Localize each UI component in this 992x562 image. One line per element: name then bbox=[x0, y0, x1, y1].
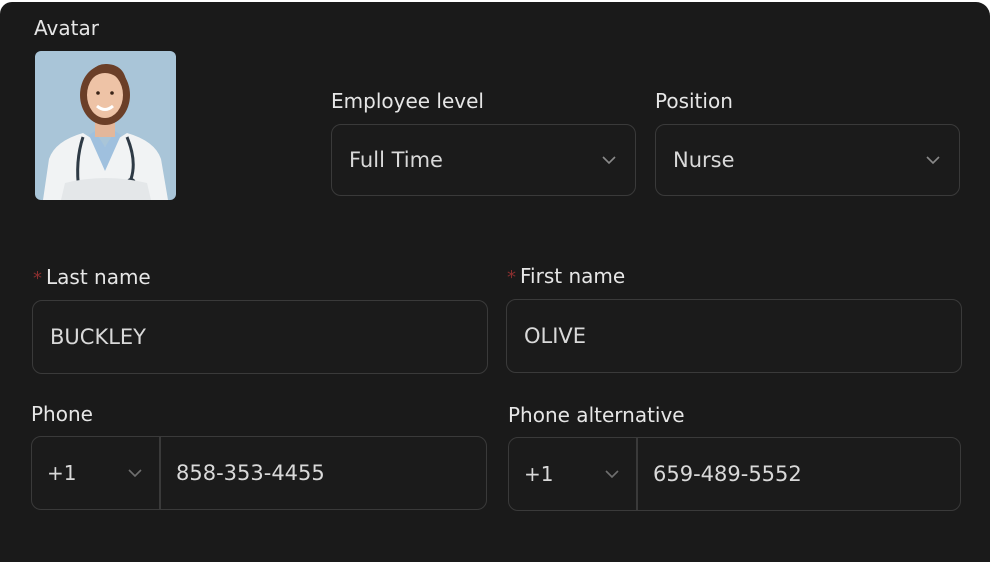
avatar-image[interactable] bbox=[35, 51, 176, 200]
last-name-input[interactable]: BUCKLEY bbox=[32, 300, 488, 374]
employee-level-select[interactable]: Full Time bbox=[331, 124, 636, 196]
phone-alternative-number-value: 659-489-5552 bbox=[653, 462, 802, 486]
first-name-value: OLIVE bbox=[524, 324, 587, 348]
chevron-down-icon bbox=[127, 468, 143, 478]
first-name-label: * First name bbox=[507, 263, 625, 291]
phone-alternative-label: Phone alternative bbox=[508, 403, 685, 427]
phone-alternative-number-input[interactable]: 659-489-5552 bbox=[638, 438, 960, 510]
phone-alternative-country-code-value: +1 bbox=[524, 462, 554, 486]
phone-country-code-select[interactable]: +1 bbox=[32, 437, 159, 509]
chevron-down-icon bbox=[604, 469, 620, 479]
phone-number-input[interactable]: 858-353-4455 bbox=[161, 437, 486, 509]
first-name-label-text: First name bbox=[520, 264, 626, 288]
chevron-down-icon bbox=[601, 155, 617, 165]
last-name-label: * Last name bbox=[33, 264, 151, 292]
phone-alternative-field: +1 659-489-5552 bbox=[508, 437, 961, 511]
phone-country-code-value: +1 bbox=[47, 461, 77, 485]
required-asterisk: * bbox=[507, 267, 516, 288]
avatar-label: Avatar bbox=[34, 16, 99, 40]
first-name-input[interactable]: OLIVE bbox=[506, 299, 962, 373]
position-value: Nurse bbox=[673, 148, 735, 172]
chevron-down-icon bbox=[925, 155, 941, 165]
position-select[interactable]: Nurse bbox=[655, 124, 960, 196]
phone-number-value: 858-353-4455 bbox=[176, 461, 325, 485]
employee-form-panel: Avatar Employee level Full Time Position… bbox=[0, 2, 990, 562]
position-label: Position bbox=[655, 89, 733, 113]
last-name-value: BUCKLEY bbox=[50, 325, 147, 349]
phone-label: Phone bbox=[31, 402, 93, 426]
employee-level-label: Employee level bbox=[331, 89, 484, 113]
last-name-label-text: Last name bbox=[46, 265, 151, 289]
phone-field: +1 858-353-4455 bbox=[31, 436, 487, 510]
required-asterisk: * bbox=[33, 268, 42, 289]
employee-level-value: Full Time bbox=[349, 148, 443, 172]
phone-alternative-country-code-select[interactable]: +1 bbox=[509, 438, 636, 510]
